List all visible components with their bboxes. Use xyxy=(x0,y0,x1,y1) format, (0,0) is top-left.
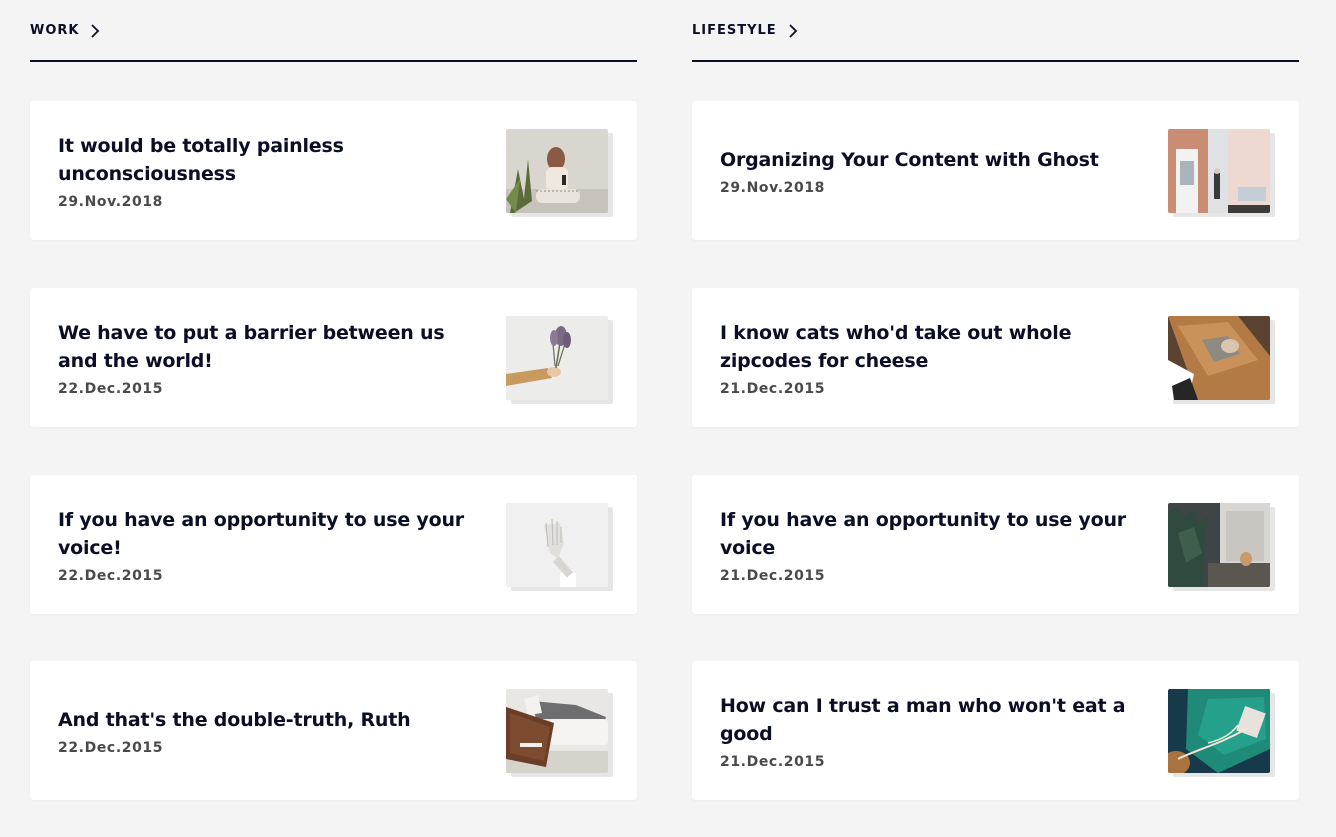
post-card[interactable]: And that's the double-truth, Ruth 22.Dec… xyxy=(30,661,637,800)
post-date: 22.Dec.2015 xyxy=(58,739,164,756)
thumbnail-image xyxy=(1168,129,1270,213)
post-thumbnail[interactable] xyxy=(506,129,613,217)
post-text: How can I trust a man who won't eat a go… xyxy=(720,661,1130,800)
post-date: 29.Nov.2018 xyxy=(720,179,826,196)
section-title: LIFESTYLE xyxy=(692,23,777,38)
post-thumbnail[interactable] xyxy=(506,689,613,777)
post-text: If you have an opportunity to use your v… xyxy=(58,475,468,614)
post-card[interactable]: We have to put a barrier between us and … xyxy=(30,288,637,427)
post-date: 21.Dec.2015 xyxy=(720,380,826,397)
post-title[interactable]: If you have an opportunity to use your v… xyxy=(58,506,468,562)
post-thumbnail[interactable] xyxy=(1168,503,1275,591)
post-date: 21.Dec.2015 xyxy=(720,567,826,584)
thumbnail-image xyxy=(506,689,608,773)
section-work: WORK It would be totally painless uncons… xyxy=(30,0,637,800)
post-title[interactable]: It would be totally painless unconscious… xyxy=(58,132,468,188)
chevron-right-icon xyxy=(89,23,101,39)
post-date: 21.Dec.2015 xyxy=(720,753,826,770)
post-card[interactable]: How can I trust a man who won't eat a go… xyxy=(692,661,1299,800)
post-text: We have to put a barrier between us and … xyxy=(58,288,468,427)
post-thumbnail[interactable] xyxy=(1168,689,1275,777)
post-text: Organizing Your Content with Ghost 29.No… xyxy=(720,101,1130,240)
page: WORK It would be totally painless uncons… xyxy=(0,0,1336,837)
section-lifestyle: LIFESTYLE Organizing Your Content with G… xyxy=(692,0,1299,800)
post-text: If you have an opportunity to use your v… xyxy=(720,475,1130,614)
post-title[interactable]: I know cats who'd take out whole zipcode… xyxy=(720,319,1130,375)
post-thumbnail[interactable] xyxy=(506,316,613,404)
post-date: 22.Dec.2015 xyxy=(58,380,164,397)
thumbnail-image xyxy=(506,129,608,213)
thumbnail-image xyxy=(1168,503,1270,587)
post-thumbnail[interactable] xyxy=(1168,129,1275,217)
post-card[interactable]: If you have an opportunity to use your v… xyxy=(30,475,637,614)
thumbnail-image xyxy=(1168,689,1270,773)
post-date: 22.Dec.2015 xyxy=(58,567,164,584)
thumbnail-image xyxy=(506,503,608,587)
post-thumbnail[interactable] xyxy=(1168,316,1275,404)
section-header-work[interactable]: WORK xyxy=(30,0,637,62)
post-title[interactable]: Organizing Your Content with Ghost xyxy=(720,146,1130,174)
post-title[interactable]: And that's the double-truth, Ruth xyxy=(58,706,468,734)
post-date: 29.Nov.2018 xyxy=(58,193,164,210)
section-header-lifestyle[interactable]: LIFESTYLE xyxy=(692,0,1299,62)
post-text: I know cats who'd take out whole zipcode… xyxy=(720,288,1130,427)
post-card[interactable]: Organizing Your Content with Ghost 29.No… xyxy=(692,101,1299,240)
thumbnail-image xyxy=(1168,316,1270,400)
post-text: It would be totally painless unconscious… xyxy=(58,101,468,240)
post-card[interactable]: It would be totally painless unconscious… xyxy=(30,101,637,240)
thumbnail-image xyxy=(506,316,608,400)
post-card[interactable]: I know cats who'd take out whole zipcode… xyxy=(692,288,1299,427)
post-card[interactable]: If you have an opportunity to use your v… xyxy=(692,475,1299,614)
chevron-right-icon xyxy=(787,23,799,39)
post-title[interactable]: If you have an opportunity to use your v… xyxy=(720,506,1130,562)
post-thumbnail[interactable] xyxy=(506,503,613,591)
post-title[interactable]: We have to put a barrier between us and … xyxy=(58,319,468,375)
post-title[interactable]: How can I trust a man who won't eat a go… xyxy=(720,692,1130,748)
post-text: And that's the double-truth, Ruth 22.Dec… xyxy=(58,661,468,800)
section-title: WORK xyxy=(30,23,80,38)
